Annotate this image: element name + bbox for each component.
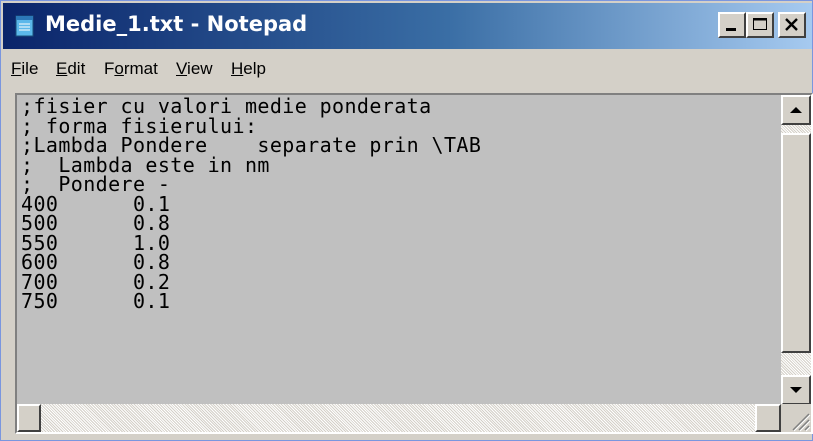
minimize-icon <box>726 28 736 31</box>
resize-grip[interactable] <box>781 404 811 432</box>
menu-bar: File Edit Format View Help <box>3 55 812 85</box>
minimize-button[interactable] <box>718 12 746 38</box>
text-editor[interactable]: ;fisier cu valori medie ponderata ; form… <box>15 93 813 434</box>
title-bar[interactable]: Medie_1.txt - Notepad <box>3 3 812 49</box>
horizontal-scroll-thumb[interactable] <box>17 404 41 432</box>
window-title: Medie_1.txt - Notepad <box>45 12 308 36</box>
close-button[interactable] <box>778 12 806 38</box>
menu-help[interactable]: Help <box>231 59 266 79</box>
vertical-scrollbar[interactable] <box>781 95 811 406</box>
scroll-down-button[interactable] <box>781 375 811 405</box>
menu-view[interactable]: View <box>176 59 213 79</box>
arrow-down-icon <box>790 387 802 393</box>
close-icon <box>785 18 798 31</box>
scroll-up-button[interactable] <box>781 95 811 125</box>
maximize-button[interactable] <box>746 12 774 38</box>
text-content[interactable]: ;fisier cu valori medie ponderata ; form… <box>21 97 777 397</box>
resize-grip-icon <box>792 413 811 432</box>
scroll-right-button[interactable] <box>755 404 781 432</box>
notepad-window: Medie_1.txt - Notepad File Edit Format V… <box>0 0 813 441</box>
horizontal-scrollbar[interactable] <box>17 404 783 432</box>
menu-format[interactable]: Format <box>104 59 158 79</box>
menu-file[interactable]: File <box>11 59 38 79</box>
menu-edit[interactable]: Edit <box>56 59 85 79</box>
arrow-up-icon <box>790 107 802 113</box>
maximize-icon <box>753 18 767 30</box>
vertical-scroll-thumb[interactable] <box>781 133 811 353</box>
notepad-icon <box>15 15 34 37</box>
